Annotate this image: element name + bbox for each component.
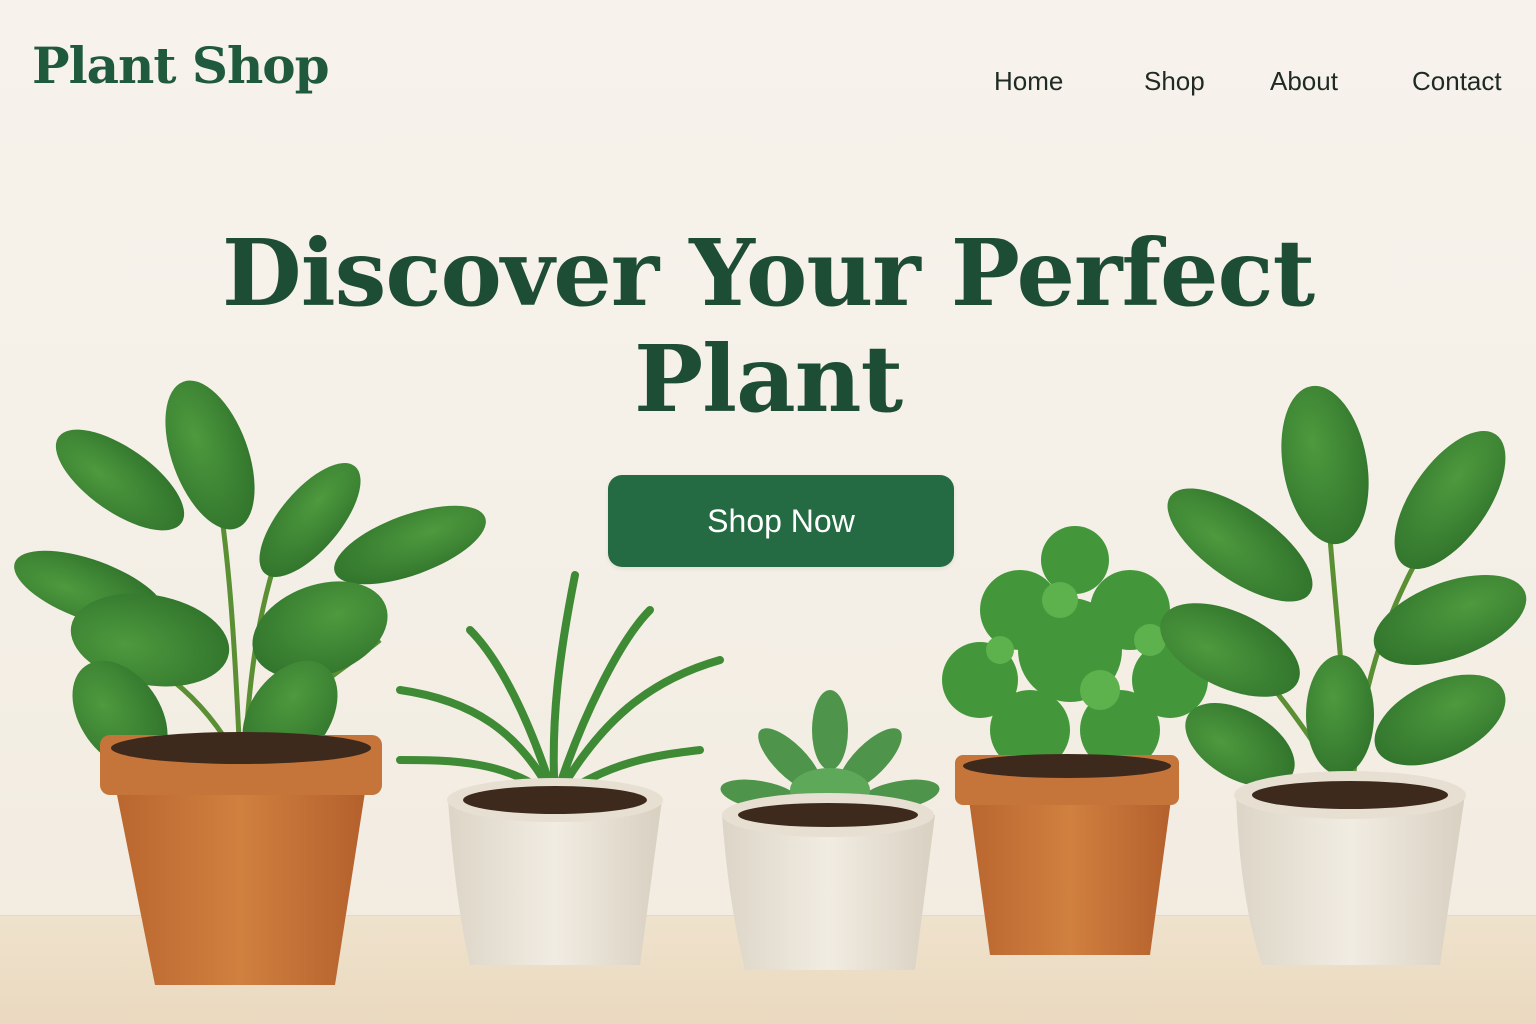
nav-home[interactable]: Home [994,66,1063,97]
plant-1-fiddle-leaf [14,380,486,985]
nav-shop[interactable]: Shop [1144,66,1205,97]
hero-title: Discover Your Perfect Plant [0,220,1536,432]
main-nav: Home Shop About Contact [0,66,1536,106]
plant-5-rubber-plant [1160,385,1527,965]
hero-title-line-1: Discover Your Perfect [221,219,1315,327]
nav-contact[interactable]: Contact [1412,66,1502,97]
nav-about[interactable]: About [1270,66,1338,97]
plant-2-spider-plant [396,571,724,965]
hero-title-line-2: Plant [633,325,903,433]
wooden-shelf [0,915,1536,1024]
shop-now-button[interactable]: Shop Now [608,475,954,567]
plant-4-leafy-shrub [942,526,1208,955]
